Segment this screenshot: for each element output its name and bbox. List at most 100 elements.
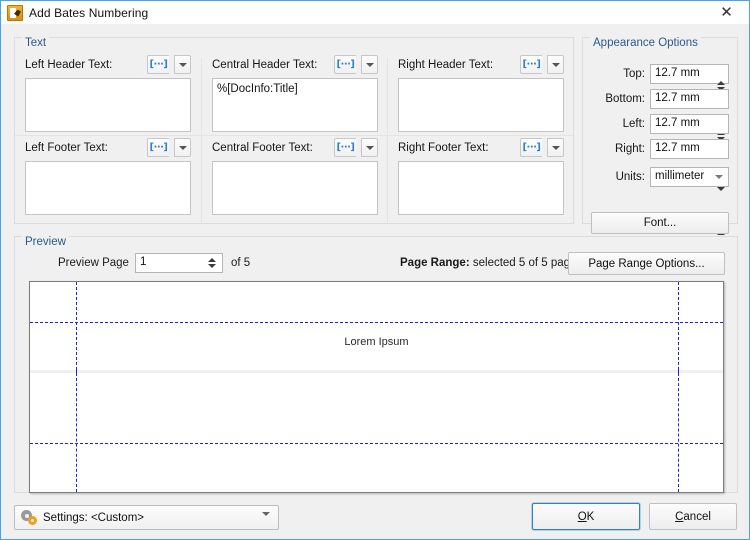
chevron-down-icon (178, 145, 187, 150)
chevron-down-icon (262, 512, 270, 528)
preview-page-stepper[interactable] (207, 255, 217, 270)
margin-left-row: Left: 12.7 mm (583, 114, 737, 191)
macro-button[interactable]: [···] (520, 55, 542, 74)
units-select[interactable]: millimeter (650, 167, 729, 187)
margin-top-row: Top: 12.7 mm (583, 64, 737, 91)
field-label: Left Footer Text: (25, 142, 108, 154)
chevron-down-icon (715, 175, 723, 179)
cancel-rest: ancel (683, 510, 711, 523)
preview-page-total: of 5 (231, 257, 251, 269)
cancel-button[interactable]: Cancel (649, 503, 737, 530)
units-row: Units: millimeter (583, 167, 737, 188)
field-right-header-text: Right Header Text: [···] (398, 55, 564, 138)
macro-button[interactable]: [···] (520, 138, 542, 157)
chevron-down-icon (178, 62, 187, 67)
macro-brackets-icon: [···] (149, 58, 168, 70)
margin-guide-left (76, 282, 77, 370)
macro-dropdown-button[interactable] (547, 138, 564, 157)
field-left-footer-text: Left Footer Text: [···] (25, 138, 191, 221)
gears-icon (21, 510, 38, 525)
text-column-left: Left Header Text: [···] Left Footer Text… (15, 55, 201, 224)
margin-top-label: Top: (623, 68, 645, 80)
field-label: Right Footer Text: (398, 142, 489, 154)
dialog-content: Text Left Header Text: [···] Left Footer… (1, 24, 749, 539)
preview-group-title: Preview (22, 236, 69, 248)
page-range-options-button[interactable]: Page Range Options... (568, 252, 725, 275)
margin-right-input[interactable]: 12.7 mm (650, 139, 729, 159)
macro-button[interactable]: [···] (334, 55, 356, 74)
macro-brackets-icon: [···] (336, 141, 355, 153)
text-column-central: Central Header Text: [···] %[DocInfo:Tit… (201, 55, 388, 224)
macro-button[interactable]: [···] (147, 138, 169, 157)
margin-guide-bottom (30, 443, 723, 444)
margin-guide-left (76, 373, 77, 492)
preview-group-inner: Preview Page 1 of 5 Page Range: selected… (15, 251, 737, 493)
field-central-header-text: Central Header Text: [···] %[DocInfo:Tit… (212, 55, 378, 138)
margin-left-input[interactable]: 12.7 mm (650, 114, 729, 134)
macro-dropdown-button[interactable] (361, 55, 378, 74)
macro-brackets-icon: [···] (522, 58, 541, 70)
chevron-down-icon (551, 62, 560, 67)
margin-bottom-label: Bottom: (605, 93, 645, 105)
chevron-down-icon (365, 62, 374, 67)
text-input[interactable]: %[DocInfo:Title] (212, 78, 378, 132)
dialog-window: Add Bates Numbering ✕ Text Left Header T… (0, 0, 750, 540)
text-input[interactable] (25, 78, 191, 132)
ok-rest: K (586, 510, 595, 523)
page-range-status: Page Range: selected 5 of 5 pages (400, 257, 582, 269)
field-central-footer-text: Central Footer Text: [···] (212, 138, 378, 221)
page-range-value: selected 5 of 5 pages (469, 257, 583, 269)
margin-guide-right (678, 282, 679, 370)
preview-document-text: Lorem Ipsum (344, 336, 409, 348)
text-input[interactable] (25, 161, 191, 215)
page-preview-canvas[interactable]: Lorem Ipsum (29, 281, 724, 493)
title-bar: Add Bates Numbering ✕ (1, 1, 749, 25)
margin-bottom-input[interactable]: 12.7 mm (650, 89, 729, 109)
macro-dropdown-button[interactable] (174, 55, 191, 74)
window-title: Add Bates Numbering (29, 5, 149, 20)
preview-group-box: Preview Preview Page 1 of 5 Page Range: … (14, 236, 738, 493)
macro-brackets-icon: [···] (149, 141, 168, 153)
macro-dropdown-button[interactable] (547, 55, 564, 74)
units-value: millimeter (655, 170, 705, 182)
font-button[interactable]: Font... (591, 212, 729, 234)
appearance-options-group-box: Appearance Options Top: 12.7 mm Bottom: … (582, 37, 738, 241)
preview-sheet-page-1: Lorem Ipsum (30, 282, 723, 371)
preview-page-label: Preview Page (58, 257, 129, 269)
text-group-inner: Left Header Text: [···] Left Footer Text… (15, 52, 574, 224)
field-label: Central Footer Text: (212, 142, 313, 154)
margin-bottom-row: Bottom: 12.7 mm (583, 89, 737, 141)
chevron-down-icon (551, 145, 560, 150)
appearance-group-title: Appearance Options (590, 37, 701, 49)
page-range-label: Page Range: (400, 257, 470, 269)
text-group-title: Text (22, 37, 50, 49)
macro-dropdown-button[interactable] (361, 138, 378, 157)
macro-dropdown-button[interactable] (174, 138, 191, 157)
macro-brackets-icon: [···] (522, 141, 541, 153)
field-right-footer-text: Right Footer Text: [···] (398, 138, 564, 221)
margin-guide-top (30, 322, 723, 323)
text-column-right: Right Header Text: [···] Right Footer Te… (387, 55, 574, 224)
ok-button[interactable]: OK (532, 503, 640, 530)
text-input[interactable] (212, 161, 378, 215)
text-input[interactable] (398, 78, 564, 132)
field-label: Left Header Text: (25, 59, 113, 71)
macro-brackets-icon: [···] (336, 58, 355, 70)
field-left-header-text: Left Header Text: [···] (25, 55, 191, 138)
close-icon[interactable]: ✕ (704, 1, 749, 23)
margin-right-label: Right: (614, 143, 645, 155)
settings-combo[interactable]: Settings: <Custom> (14, 505, 279, 530)
units-label: Units: (615, 171, 645, 183)
bates-app-icon (7, 4, 23, 21)
macro-button[interactable]: [···] (334, 138, 356, 157)
field-label: Right Header Text: (398, 59, 494, 71)
field-label: Central Header Text: (212, 59, 318, 71)
appearance-group-inner: Top: 12.7 mm Bottom: 12.7 mm Left: 12.7 … (583, 52, 737, 241)
margin-left-label: Left: (622, 118, 645, 130)
text-group-box: Text Left Header Text: [···] Left Footer… (14, 37, 574, 224)
macro-button[interactable]: [···] (147, 55, 169, 74)
settings-value: Settings: <Custom> (43, 511, 144, 524)
margin-guide-right (678, 373, 679, 492)
text-input[interactable] (398, 161, 564, 215)
chevron-down-icon (365, 145, 374, 150)
